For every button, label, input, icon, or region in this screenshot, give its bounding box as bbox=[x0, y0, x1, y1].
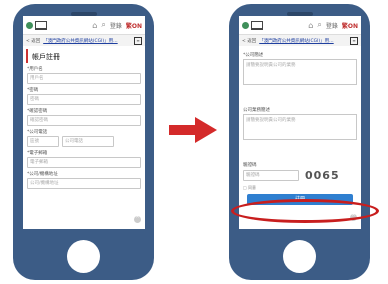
home-icon[interactable]: ⌂ bbox=[92, 21, 97, 30]
company-summary-textarea[interactable]: 請簡要說明貴公司的業務 bbox=[243, 59, 357, 85]
email-field[interactable]: 電子郵箱 bbox=[27, 157, 141, 168]
login-link[interactable]: 登錄 bbox=[110, 21, 122, 30]
phone-left: ⌂ ⌕ 登錄 繁ON < 返回 「澳門政府公共資訊網站(CGI)」用… ≡ 帳戶… bbox=[13, 4, 154, 280]
phone-screen-left: ⌂ ⌕ 登錄 繁ON < 返回 「澳門政府公共資訊網站(CGI)」用… ≡ 帳戶… bbox=[23, 16, 145, 229]
field-label-password: *密碼 bbox=[27, 88, 39, 93]
header-icons: ⌂ ⌕ 登錄 繁ON bbox=[308, 20, 358, 30]
address-field[interactable]: 公司/機構地址 bbox=[27, 178, 141, 189]
field-label-username: *用戶名 bbox=[27, 67, 43, 72]
emblem-icon bbox=[26, 21, 33, 29]
highlight-ring bbox=[231, 199, 379, 223]
language-toggle[interactable]: 繁ON bbox=[126, 21, 142, 30]
field-label-captcha: 驗證碼 bbox=[243, 163, 257, 168]
menu-icon[interactable]: ≡ bbox=[134, 36, 142, 45]
site-logo[interactable] bbox=[26, 20, 47, 30]
agree-checkbox[interactable]: □ 同意 bbox=[243, 185, 357, 191]
field-label-company-summary: *公司簡述 bbox=[243, 53, 264, 58]
building-icon bbox=[35, 20, 47, 30]
scroll-top-icon[interactable]: ^ bbox=[134, 216, 141, 223]
login-link[interactable]: 登錄 bbox=[326, 21, 338, 30]
field-label-phone: *公司電話 bbox=[27, 130, 48, 135]
field-label-email: *電子郵箱 bbox=[27, 151, 48, 156]
home-icon[interactable]: ⌂ bbox=[308, 21, 313, 30]
header-icons: ⌂ ⌕ 登錄 繁ON bbox=[92, 20, 142, 30]
business-summary-textarea[interactable]: 請簡要說明貴公司的業務 bbox=[243, 114, 357, 140]
form-title: 帳戶註冊 bbox=[26, 49, 145, 63]
breadcrumb[interactable]: 「澳門政府公共資訊網站(CGI)」用… bbox=[43, 38, 131, 44]
area-code-field[interactable]: 區號 bbox=[27, 136, 59, 147]
confirm-password-field[interactable]: 確認密碼 bbox=[27, 115, 141, 126]
menu-icon[interactable]: ≡ bbox=[350, 36, 358, 45]
breadcrumb-bar: < 返回 「澳門政府公共資訊網站(CGI)」用… ≡ bbox=[239, 35, 361, 46]
field-label-confirm-password: *確認密碼 bbox=[27, 109, 48, 114]
field-label-business-summary: 公司業務簡述 bbox=[243, 108, 270, 113]
field-label-address: *公司/機構地址 bbox=[27, 172, 58, 177]
search-icon[interactable]: ⌕ bbox=[317, 20, 321, 30]
captcha-image[interactable]: 0065 bbox=[305, 169, 340, 182]
phone-screen-right: ⌂ ⌕ 登錄 繁ON < 返回 「澳門政府公共資訊網站(CGI)」用… ≡ *公… bbox=[239, 16, 361, 229]
back-link[interactable]: < 返回 bbox=[242, 38, 256, 44]
emblem-icon bbox=[242, 21, 249, 29]
right-arrow-icon bbox=[169, 117, 217, 143]
language-toggle[interactable]: 繁ON bbox=[342, 21, 358, 30]
site-logo[interactable] bbox=[242, 20, 263, 30]
captcha-field[interactable]: 驗證碼 bbox=[243, 170, 299, 181]
back-link[interactable]: < 返回 bbox=[26, 38, 40, 44]
app-header: ⌂ ⌕ 登錄 繁ON bbox=[23, 16, 145, 35]
home-button[interactable] bbox=[67, 240, 100, 273]
breadcrumb[interactable]: 「澳門政府公共資訊網站(CGI)」用… bbox=[259, 38, 347, 44]
building-icon bbox=[251, 20, 263, 30]
username-field[interactable]: 用戶名 bbox=[27, 73, 141, 84]
home-button[interactable] bbox=[283, 240, 316, 273]
breadcrumb-bar: < 返回 「澳門政府公共資訊網站(CGI)」用… ≡ bbox=[23, 35, 145, 46]
captcha-row: 驗證碼 0065 bbox=[243, 169, 357, 182]
phone-right: ⌂ ⌕ 登錄 繁ON < 返回 「澳門政府公共資訊網站(CGI)」用… ≡ *公… bbox=[229, 4, 370, 280]
phone-row: 區號 公司電話 bbox=[27, 136, 141, 147]
company-phone-field[interactable]: 公司電話 bbox=[62, 136, 114, 147]
search-icon[interactable]: ⌕ bbox=[101, 20, 105, 30]
app-header: ⌂ ⌕ 登錄 繁ON bbox=[239, 16, 361, 35]
password-field[interactable]: 密碼 bbox=[27, 94, 141, 105]
